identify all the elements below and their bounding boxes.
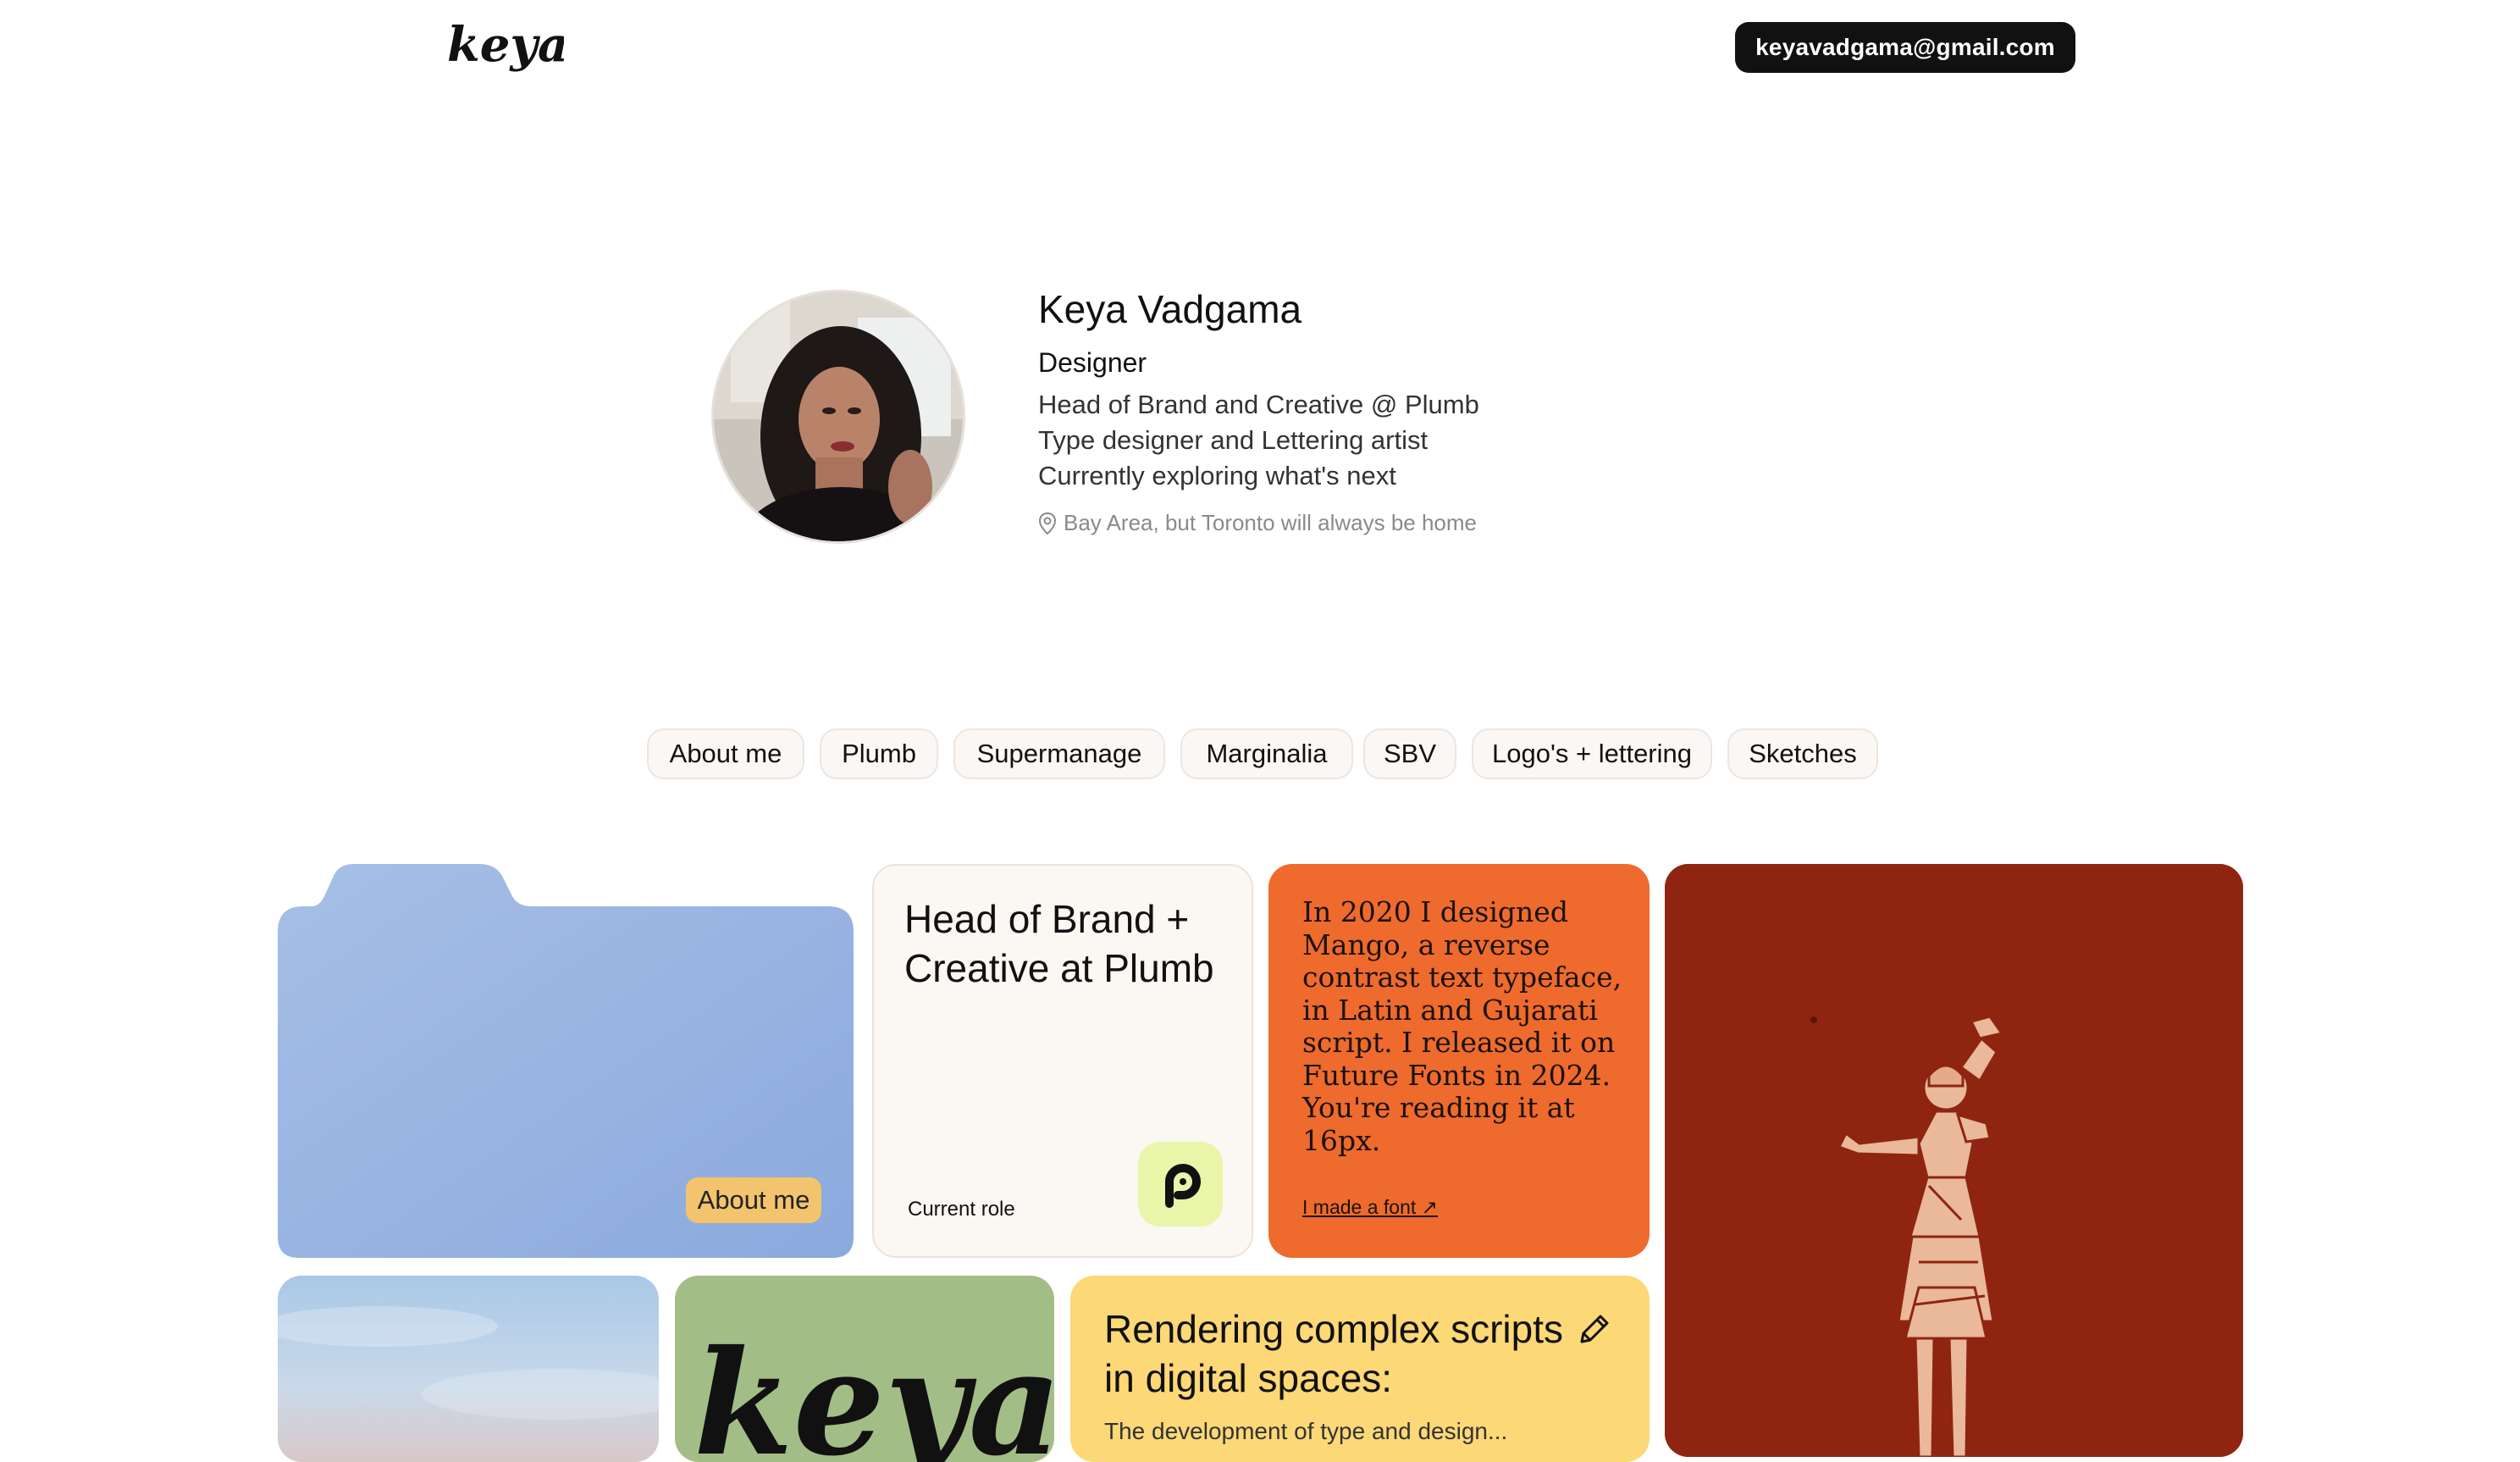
avatar xyxy=(711,290,965,544)
dancer-illustration xyxy=(1665,864,2243,1457)
role-card-title: Head of Brand + Creative at Plumb xyxy=(904,897,1214,990)
writing-card-title: Rendering complex scripts in digital spa… xyxy=(1104,1307,1564,1400)
writing-card-excerpt: The development of type and design... xyxy=(1104,1418,1508,1444)
nav-pill-marginalia[interactable]: Marginalia xyxy=(1180,728,1353,779)
about-me-badge[interactable]: About me xyxy=(686,1177,821,1223)
profile-line-1: Head of Brand and Creative @ Plumb xyxy=(1038,390,1479,419)
plumb-logo-icon xyxy=(1138,1142,1223,1227)
made-a-font-link[interactable]: I made a font ↗ xyxy=(1302,1196,1438,1219)
nav-pill-logos-lettering[interactable]: Logo's + lettering xyxy=(1472,728,1712,779)
role-card-label: Current role xyxy=(908,1198,1015,1221)
rendering-scripts-card[interactable]: Rendering complex scripts in digital spa… xyxy=(1070,1276,1650,1462)
profile-name: Keya Vadgama xyxy=(1038,287,1302,331)
sky-photo-card[interactable] xyxy=(278,1276,659,1462)
email-button[interactable]: keyavadgama@gmail.com xyxy=(1735,22,2075,73)
dancer-illustration-card[interactable] xyxy=(1665,864,2243,1457)
nav-pill-supermanage[interactable]: Supermanage xyxy=(953,728,1165,779)
location-pin-icon xyxy=(1038,512,1057,534)
location-text: Bay Area, but Toronto will always be hom… xyxy=(1064,510,1478,535)
mango-font-card[interactable]: In 2020 I designed Mango, a reverse cont… xyxy=(1268,864,1650,1258)
profile-role: Designer xyxy=(1038,347,1147,378)
nav-pill-plumb[interactable]: Plumb xyxy=(820,728,938,779)
logo-text: keya xyxy=(447,19,564,73)
current-role-card[interactable]: Head of Brand + Creative at Plumb Curren… xyxy=(872,864,1253,1258)
site-logo[interactable]: keya xyxy=(445,17,568,75)
nav-pill-sketches[interactable]: Sketches xyxy=(1727,728,1878,779)
location: Bay Area, but Toronto will always be hom… xyxy=(1038,510,1477,536)
lettering-logo-text: keya xyxy=(694,1319,1054,1462)
profile-line-3: Currently exploring what's next xyxy=(1038,461,1396,490)
mango-card-text: In 2020 I designed Mango, a reverse cont… xyxy=(1302,895,1622,1157)
profile-line-2: Type designer and Lettering artist xyxy=(1038,425,1429,455)
keya-lettering-card[interactable]: keya xyxy=(675,1276,1054,1462)
pencil-icon xyxy=(1575,1311,1612,1353)
nav-pill-sbv[interactable]: SBV xyxy=(1363,728,1456,779)
nav-pill-about-me[interactable]: About me xyxy=(647,728,804,779)
